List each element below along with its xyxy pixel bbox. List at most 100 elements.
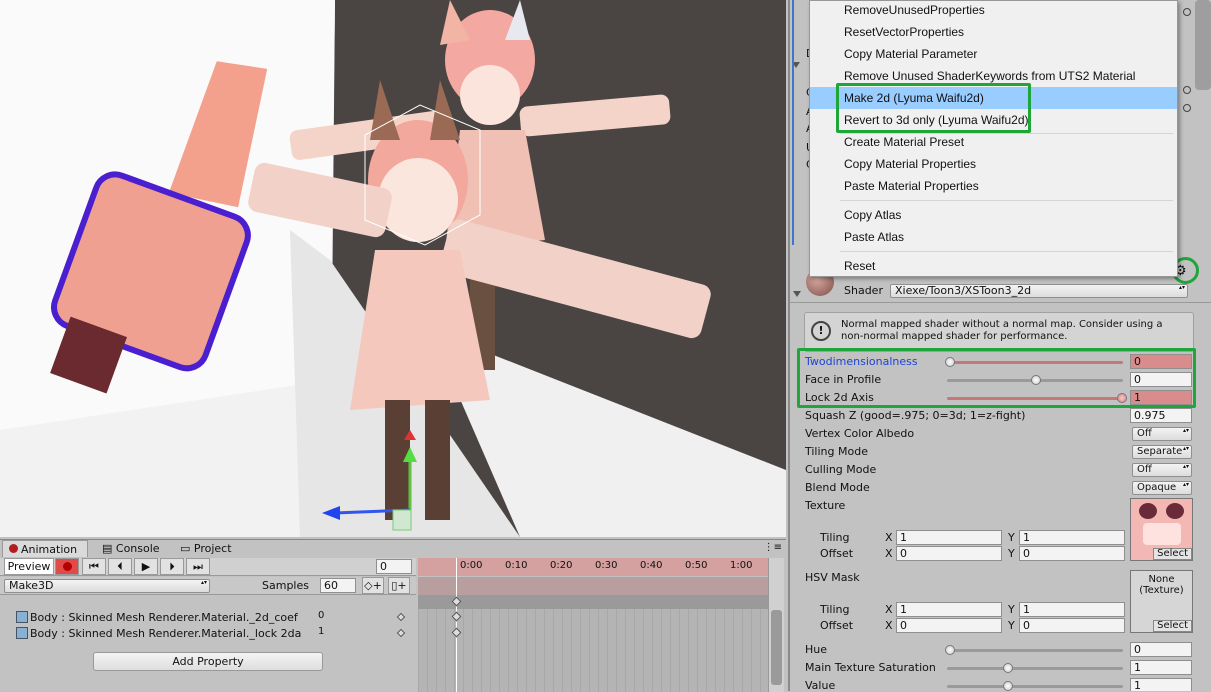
keyframe-toggle-icon[interactable] [396,612,406,622]
menu-item-remove-unused-properties[interactable]: RemoveUnusedProperties [810,0,1177,21]
menu-item-paste-atlas[interactable]: Paste Atlas [810,226,1177,248]
tick-label: 0:00 [460,560,483,571]
menu-item-reset-vector-properties[interactable]: ResetVectorProperties [810,21,1177,43]
menu-item-create-material-preset[interactable]: Create Material Preset [810,131,1177,153]
event-icon: ▯+ [391,579,407,592]
menu-separator [840,200,1173,201]
menu-item-paste-material-properties[interactable]: Paste Material Properties [810,175,1177,197]
window-menu-icon[interactable]: ⋮≡ [764,542,782,553]
record-dot-icon [9,544,18,553]
hsv-select-button[interactable]: Select [1153,620,1192,632]
tab-animation[interactable]: Animation [2,540,88,557]
tex-offset-label: Offset [820,547,854,560]
hue-slider-thumb[interactable] [945,645,955,655]
blend-mode-dropdown[interactable]: Opaque [1132,481,1192,495]
tiling-mode-dropdown[interactable]: Separate [1132,445,1192,459]
hsv-texture-text: (Texture) [1139,585,1184,596]
frame-field[interactable]: 0 [376,559,412,574]
culling-mode-dropdown[interactable]: Off [1132,463,1192,477]
hsv-mask-slot[interactable]: None (Texture) Select [1130,570,1193,633]
preview-button[interactable]: Preview [4,558,54,575]
object-picker-icon[interactable] [1183,86,1191,94]
last-key-button[interactable]: ⏭ [186,558,210,575]
track-row[interactable]: Body : Skinned Mesh Renderer.Material._l… [0,626,416,642]
tick-label: 0:30 [595,560,618,571]
menu-item-reset[interactable]: Reset [810,255,1177,277]
object-picker-icon[interactable] [1183,104,1191,112]
track-value[interactable]: 1 [318,626,324,637]
play-button[interactable]: ▶ [134,558,158,575]
playhead[interactable] [456,558,457,692]
record-button[interactable] [55,558,79,575]
first-key-button[interactable]: ⏮ [82,558,106,575]
scroll-thumb[interactable] [771,610,782,685]
material-foldout-icon[interactable] [793,291,801,299]
x-label: X [885,547,893,560]
hsv-offset-x-field[interactable]: 0 [896,618,1002,633]
hsv-offset-label: Offset [820,619,854,632]
mesh-renderer-icon [16,611,28,623]
texture-label: Texture [805,499,846,512]
add-event-button[interactable]: ▯+ [388,577,410,594]
timeline-event-row[interactable] [418,577,768,595]
material-context-menu: RemoveUnusedProperties ResetVectorProper… [809,0,1178,277]
clip-dropdown[interactable]: Make3D [4,579,210,593]
help-text: Normal mapped shader without a normal ma… [841,319,1163,342]
skip-forward-icon: ⏭ [193,560,203,573]
hue-slider[interactable] [947,649,1123,652]
step-forward-icon: ⏵ [169,560,175,573]
squash-label: Squash Z (good=.975; 0=3d; 1=z-fight) [805,409,1026,422]
tex-offset-x-field[interactable]: 0 [896,546,1002,561]
hue-field[interactable]: 0 [1130,642,1192,657]
record-icon [62,562,72,571]
saturation-slider[interactable] [947,667,1123,670]
add-keyframe-button[interactable]: ◇+ [362,577,384,594]
keyframe-toggle-icon[interactable] [396,628,406,638]
step-back-icon: ⏴ [117,560,123,573]
vertex-color-dropdown[interactable]: Off [1132,427,1192,441]
tex-tiling-x-field[interactable]: 1 [896,530,1002,545]
prev-key-button[interactable]: ⏴ [108,558,132,575]
samples-field[interactable]: 60 [320,578,356,593]
tick-label: 0:10 [505,560,528,571]
mesh-renderer-icon [16,627,28,639]
value-slider[interactable] [947,685,1123,688]
track-row[interactable]: Body : Skinned Mesh Renderer.Material._2… [0,610,416,626]
selection-bar [792,0,794,245]
tex-offset-y-field[interactable]: 0 [1019,546,1125,561]
track-value[interactable]: 0 [318,610,324,621]
saturation-field[interactable]: 1 [1130,660,1192,675]
tex-tiling-y-field[interactable]: 1 [1019,530,1125,545]
next-key-button[interactable]: ⏵ [160,558,184,575]
hsv-offset-y-field[interactable]: 0 [1019,618,1125,633]
x-label: X [885,531,893,544]
timeline-ruler[interactable]: 0:00 0:10 0:20 0:30 0:40 0:50 1:00 [418,558,768,576]
menu-item-copy-atlas[interactable]: Copy Atlas [810,204,1177,226]
tab-console[interactable]: ▤ Console [96,540,166,557]
saturation-slider-thumb[interactable] [1003,663,1013,673]
track-name: Body : Skinned Mesh Renderer.Material._2… [30,611,298,624]
add-key-icon: ◇+ [364,579,382,592]
timeline-scrollbar[interactable] [768,558,784,692]
hsv-tiling-x-field[interactable]: 1 [896,602,1002,617]
object-picker-icon[interactable] [1183,8,1191,16]
value-slider-thumb[interactable] [1003,681,1013,691]
skip-back-icon: ⏮ [89,560,99,573]
dopesheet[interactable] [418,595,768,692]
scene-view[interactable] [0,0,786,537]
add-property-button[interactable]: Add Property [93,652,323,671]
texture-slot[interactable]: Select [1130,498,1193,561]
texture-select-button[interactable]: Select [1153,548,1192,560]
menu-item-copy-material-parameter[interactable]: Copy Material Parameter [810,43,1177,65]
value-field[interactable]: 1 [1130,678,1192,691]
hsv-tiling-label: Tiling [820,603,850,616]
shader-dropdown[interactable]: Xiexe/Toon3/XSToon3_2d [890,284,1188,298]
tab-project[interactable]: ▭ Project [174,540,238,557]
tick-label: 0:20 [550,560,573,571]
squash-field[interactable]: 0.975 [1130,408,1192,423]
menu-item-copy-material-properties[interactable]: Copy Material Properties [810,153,1177,175]
inspector-scrollbar[interactable] [1195,0,1211,90]
menu-annotation-box [836,83,1031,133]
hsv-tiling-y-field[interactable]: 1 [1019,602,1125,617]
menu-separator [840,251,1173,252]
